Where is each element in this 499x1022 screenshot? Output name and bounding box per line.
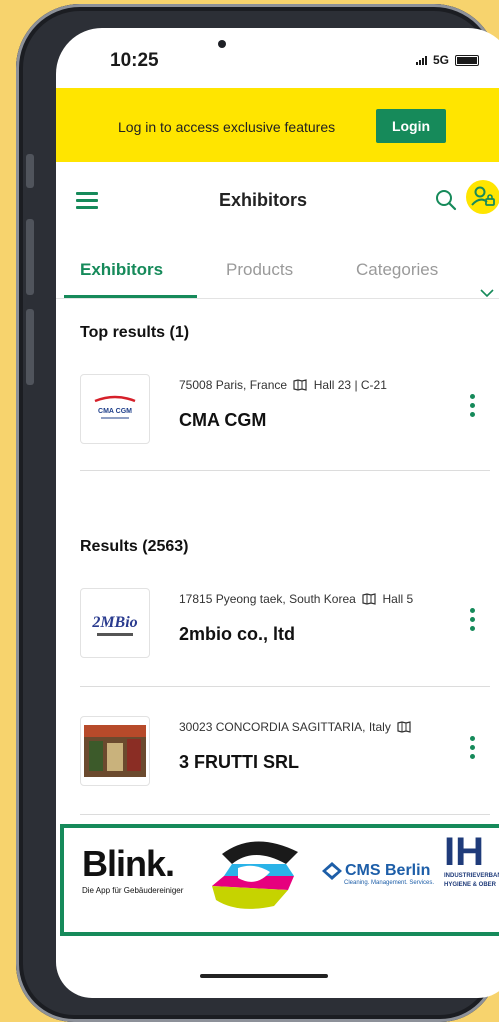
chevron-down-icon[interactable]: [478, 284, 496, 302]
exhibitor-location: 30023 CONCORDIA SAGITTARIA, Italy: [179, 720, 449, 734]
status-time: 10:25: [110, 50, 159, 71]
map-icon: [362, 593, 376, 605]
signal-icon: [416, 55, 427, 65]
sponsor-name: CMS Berlin: [345, 862, 431, 879]
tab-categories[interactable]: Categories: [356, 242, 438, 298]
login-banner: Log in to access exclusive features Logi…: [56, 88, 499, 162]
exhibitor-name[interactable]: 2mbio co., ltd: [179, 624, 295, 645]
exhibitor-card[interactable]: CMA CGM 75008 Paris, France Hall 23 | C-…: [80, 374, 480, 484]
exhibitor-name[interactable]: CMA CGM: [179, 410, 266, 431]
phone-side-button: [26, 154, 34, 188]
sponsor-blink-logo[interactable]: Blink. Die App für Gebäudereiniger: [82, 843, 184, 896]
sponsor-ribbon-logo[interactable]: [202, 834, 306, 916]
exhibitor-logo: CMA CGM: [80, 374, 150, 444]
location-text: 30023 CONCORDIA SAGITTARIA, Italy: [179, 720, 391, 734]
tab-exhibitors[interactable]: Exhibitors: [80, 242, 163, 298]
sponsor-tagline: Die App für Gebäudereiniger: [82, 886, 184, 895]
sponsor-carousel[interactable]: Blink. Die App für Gebäudereiniger CMS B…: [60, 824, 499, 936]
hall-text: Hall 23 | C-21: [313, 378, 387, 392]
page-title: Exhibitors: [218, 190, 307, 210]
exhibitor-logo: 2MBio: [80, 588, 150, 658]
logo-text: 2MBio: [91, 614, 137, 631]
top-results-title: Top results (1): [80, 324, 190, 341]
exhibitor-name[interactable]: 3 FRUTTI SRL: [179, 752, 299, 773]
exhibitor-location: 75008 Paris, France Hall 23 | C-21: [179, 378, 449, 392]
map-icon: [293, 379, 308, 391]
home-indicator[interactable]: [200, 974, 328, 978]
phone-volume-down: [26, 309, 34, 385]
sponsor-tagline: INDUSTRIEVERBAND HYGIENE & OBER: [444, 873, 499, 888]
banner-message: Log in to access exclusive features: [118, 119, 336, 135]
phone-volume-up: [26, 219, 34, 295]
app-header: Exhibitors: [56, 162, 499, 242]
sponsor-name: IH: [444, 830, 484, 874]
sponsor-ih-logo[interactable]: IH INDUSTRIEVERBAND HYGIENE & OBER: [444, 832, 499, 890]
results-title: Results (2563): [80, 538, 189, 555]
account-icon[interactable]: [466, 180, 499, 214]
divider: [80, 686, 490, 687]
sponsor-cms-logo[interactable]: CMS Berlin Cleaning. Management. Service…: [322, 862, 434, 886]
tab-bar: Exhibitors Products Categories: [56, 242, 499, 299]
location-text: 75008 Paris, France: [179, 378, 288, 392]
exhibitor-card[interactable]: 2MBio 17815 Pyeong taek, South Korea Hal…: [80, 588, 480, 698]
active-tab-indicator: [64, 295, 197, 298]
map-icon: [397, 721, 411, 733]
cms-diamond-icon: [322, 862, 342, 880]
battery-icon: [455, 54, 480, 66]
phone-frame: 10:25 5G Log in to access exclusive feat…: [16, 4, 499, 1022]
sponsor-tagline: Cleaning. Management. Services.: [344, 880, 435, 886]
more-options-icon[interactable]: [470, 394, 476, 420]
hall-text: Hall 5: [382, 592, 414, 606]
front-camera: [218, 40, 226, 48]
phone-screen: 10:25 5G Log in to access exclusive feat…: [56, 28, 499, 998]
tab-products[interactable]: Products: [226, 242, 293, 298]
login-button[interactable]: Login: [376, 109, 446, 143]
logo-text: CMA CGM: [98, 408, 132, 415]
network-label: 5G: [433, 53, 450, 67]
status-indicators: 5G: [416, 53, 480, 67]
more-options-icon[interactable]: [470, 608, 476, 634]
sponsor-name: Blink.: [82, 843, 175, 884]
exhibitor-logo: [80, 716, 150, 786]
exhibitor-location: 17815 Pyeong taek, South Korea Hall 5: [179, 592, 449, 606]
search-icon[interactable]: [433, 187, 459, 213]
divider: [80, 814, 490, 815]
divider: [80, 470, 490, 471]
more-options-icon[interactable]: [470, 736, 476, 762]
exhibitor-card[interactable]: 30023 CONCORDIA SAGITTARIA, Italy 3 FRUT…: [80, 716, 480, 826]
location-text: 17815 Pyeong taek, South Korea: [179, 592, 356, 606]
